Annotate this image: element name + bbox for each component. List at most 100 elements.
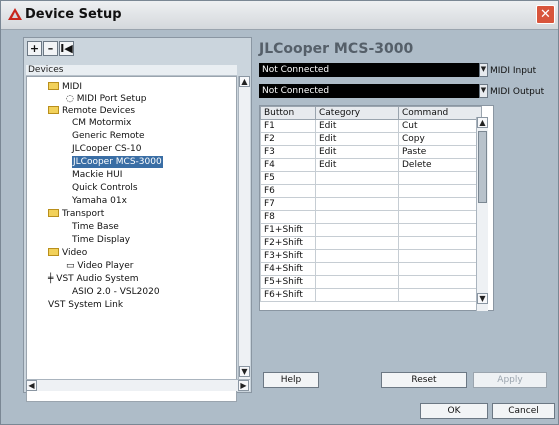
cancel-button[interactable]: Cancel: [492, 403, 555, 419]
table-cell[interactable]: [398, 210, 482, 224]
table-row[interactable]: F3+Shift: [260, 249, 482, 263]
midi-input-select[interactable]: Not Connected: [259, 63, 487, 77]
tree-item-generic-remote[interactable]: Generic Remote: [72, 130, 145, 142]
title-bar[interactable]: Device Setup ✕: [1, 1, 558, 30]
tree-item-video-player[interactable]: ▭ Video Player: [66, 260, 133, 272]
tree-item-midi-port-setup[interactable]: ◌ MIDI Port Setup: [66, 93, 146, 105]
table-cell[interactable]: [315, 262, 399, 276]
table-cell[interactable]: [315, 275, 399, 289]
tree-item-cm-motormix[interactable]: CM Motormix: [72, 117, 131, 129]
tree-item-jlcooper-cs10[interactable]: JLCooper CS-10: [72, 143, 141, 155]
table-cell[interactable]: Paste: [398, 145, 482, 159]
apply-button[interactable]: Apply: [473, 372, 547, 388]
table-row[interactable]: F6: [260, 184, 482, 198]
ok-button[interactable]: OK: [420, 403, 488, 419]
table-row[interactable]: F7: [260, 197, 482, 211]
table-row[interactable]: F3 Edit Paste: [260, 145, 482, 159]
table-cell[interactable]: Edit: [315, 145, 399, 159]
table-cell[interactable]: [398, 184, 482, 198]
table-cell[interactable]: Edit: [315, 158, 399, 172]
col-header-button[interactable]: Button: [260, 106, 316, 120]
table-cell[interactable]: F2+Shift: [260, 236, 316, 250]
table-cell[interactable]: F5+Shift: [260, 275, 316, 289]
help-button[interactable]: Help: [263, 372, 319, 388]
tree-item-quick-controls[interactable]: Quick Controls: [72, 182, 138, 194]
table-cell[interactable]: Edit: [315, 132, 399, 146]
tree-item-time-base[interactable]: Time Base: [72, 221, 119, 233]
scroll-left-icon[interactable]: ◀: [26, 380, 37, 391]
tree-item-yamaha-01x[interactable]: Yamaha 01x: [72, 195, 127, 207]
table-cell[interactable]: [398, 249, 482, 263]
tree-item-mackie-hui[interactable]: Mackie HUI: [72, 169, 122, 181]
add-device-button[interactable]: +: [27, 41, 42, 56]
table-row[interactable]: F5+Shift: [260, 275, 482, 289]
table-cell[interactable]: Cut: [398, 119, 482, 133]
midi-output-select[interactable]: Not Connected: [259, 84, 487, 98]
table-cell[interactable]: F3: [260, 145, 316, 159]
table-cell[interactable]: F5: [260, 171, 316, 185]
scroll-right-icon[interactable]: ▶: [238, 380, 249, 391]
tree-item-vst-system-link[interactable]: VST System Link: [48, 299, 123, 311]
tree-horizontal-scrollbar[interactable]: ◀ ▶: [26, 379, 250, 391]
table-row[interactable]: F2 Edit Copy: [260, 132, 482, 146]
table-cell[interactable]: [315, 223, 399, 237]
table-cell[interactable]: [398, 197, 482, 211]
table-cell[interactable]: F7: [260, 197, 316, 211]
table-cell[interactable]: [398, 223, 482, 237]
table-cell[interactable]: F2: [260, 132, 316, 146]
scroll-down-icon[interactable]: ▼: [477, 293, 488, 304]
tree-item-vst-audio-system[interactable]: ╪ VST Audio System: [48, 273, 139, 285]
table-cell[interactable]: F4+Shift: [260, 262, 316, 276]
tree-item-transport[interactable]: Transport: [48, 208, 104, 220]
table-row[interactable]: F1 Edit Cut: [260, 119, 482, 133]
tree-item-video[interactable]: Video: [48, 247, 87, 259]
tree-item-time-display[interactable]: Time Display: [72, 234, 130, 246]
tree-item-midi[interactable]: MIDI: [48, 81, 82, 93]
close-button[interactable]: ✕: [536, 5, 555, 24]
tree-item-jlcooper-mcs3000[interactable]: JLCooper MCS-3000: [72, 156, 163, 168]
table-cell[interactable]: [398, 236, 482, 250]
table-cell[interactable]: [398, 262, 482, 276]
table-row[interactable]: F4+Shift: [260, 262, 482, 276]
table-row[interactable]: F4 Edit Delete: [260, 158, 482, 172]
chevron-down-icon[interactable]: ▼: [479, 84, 488, 98]
chevron-down-icon[interactable]: ▼: [479, 63, 488, 77]
table-cell[interactable]: Delete: [398, 158, 482, 172]
table-cell[interactable]: [398, 171, 482, 185]
scroll-up-icon[interactable]: ▲: [239, 76, 250, 87]
table-cell[interactable]: F6: [260, 184, 316, 198]
table-cell[interactable]: F1: [260, 119, 316, 133]
table-row[interactable]: F5: [260, 171, 482, 185]
table-cell[interactable]: [315, 184, 399, 198]
table-row[interactable]: F2+Shift: [260, 236, 482, 250]
table-cell[interactable]: [398, 288, 482, 302]
table-cell[interactable]: Copy: [398, 132, 482, 146]
table-row[interactable]: F6+Shift: [260, 288, 482, 302]
table-row[interactable]: F1+Shift: [260, 223, 482, 237]
devices-tree[interactable]: MIDI ◌ MIDI Port Setup Remote Devices CM…: [26, 76, 237, 402]
reset-button[interactable]: Reset: [381, 372, 467, 388]
table-cell[interactable]: F1+Shift: [260, 223, 316, 237]
tree-item-remote-devices[interactable]: Remote Devices: [48, 105, 135, 117]
col-header-command[interactable]: Command: [398, 106, 482, 120]
col-header-category[interactable]: Category: [315, 106, 399, 120]
table-cell[interactable]: F3+Shift: [260, 249, 316, 263]
tree-item-asio-driver[interactable]: ASIO 2.0 - VSL2020: [72, 286, 160, 298]
table-cell[interactable]: F8: [260, 210, 316, 224]
table-cell[interactable]: [315, 197, 399, 211]
table-cell[interactable]: [315, 236, 399, 250]
remove-device-button[interactable]: –: [43, 41, 58, 56]
scroll-thumb[interactable]: [478, 131, 487, 203]
table-cell[interactable]: F6+Shift: [260, 288, 316, 302]
table-cell[interactable]: [315, 171, 399, 185]
table-vertical-scrollbar[interactable]: ▲ ▼: [476, 117, 488, 311]
table-cell[interactable]: [315, 288, 399, 302]
table-cell[interactable]: Edit: [315, 119, 399, 133]
scroll-up-icon[interactable]: ▲: [477, 117, 488, 128]
reset-device-button[interactable]: I◀: [59, 41, 74, 56]
tree-vertical-scrollbar[interactable]: ▲ ▼: [238, 76, 250, 379]
button-mapping-table[interactable]: Button Category Command F1 Edit Cut F2 Edit C…: [259, 105, 494, 311]
table-cell[interactable]: [315, 249, 399, 263]
table-row[interactable]: F8: [260, 210, 482, 224]
table-cell[interactable]: F4: [260, 158, 316, 172]
